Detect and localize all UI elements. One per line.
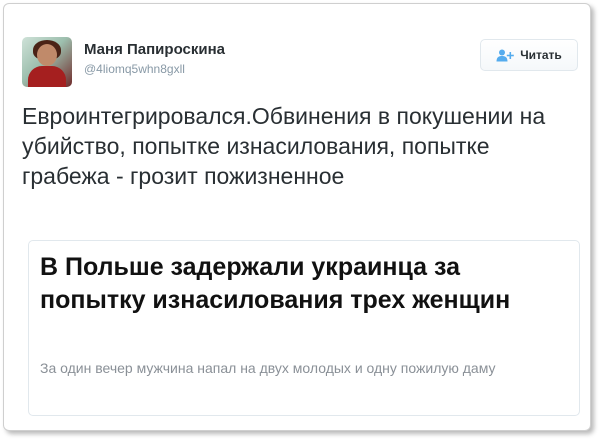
author-name[interactable]: Маня Папироскина	[84, 41, 225, 58]
person-add-icon	[496, 49, 514, 61]
follow-label: Читать	[520, 48, 562, 62]
link-card[interactable]: В Польше задержали украинца за попытку и…	[28, 240, 580, 416]
avatar-body	[28, 66, 66, 87]
author-handle[interactable]: @4liomq5whn8gxll	[84, 62, 185, 76]
tweet-text: Евроинтегрировался.Обвинения в покушении…	[22, 103, 546, 189]
card-description: За один вечер мужчина напал на двух моло…	[40, 360, 496, 376]
avatar-face	[37, 44, 57, 66]
follow-button[interactable]: Читать	[480, 39, 578, 71]
tweet-embed: Маня Папироскина @4liomq5whn8gxll Читать…	[3, 3, 591, 431]
avatar[interactable]	[22, 37, 72, 87]
card-title[interactable]: В Польше задержали украинца за попытку и…	[40, 251, 570, 317]
